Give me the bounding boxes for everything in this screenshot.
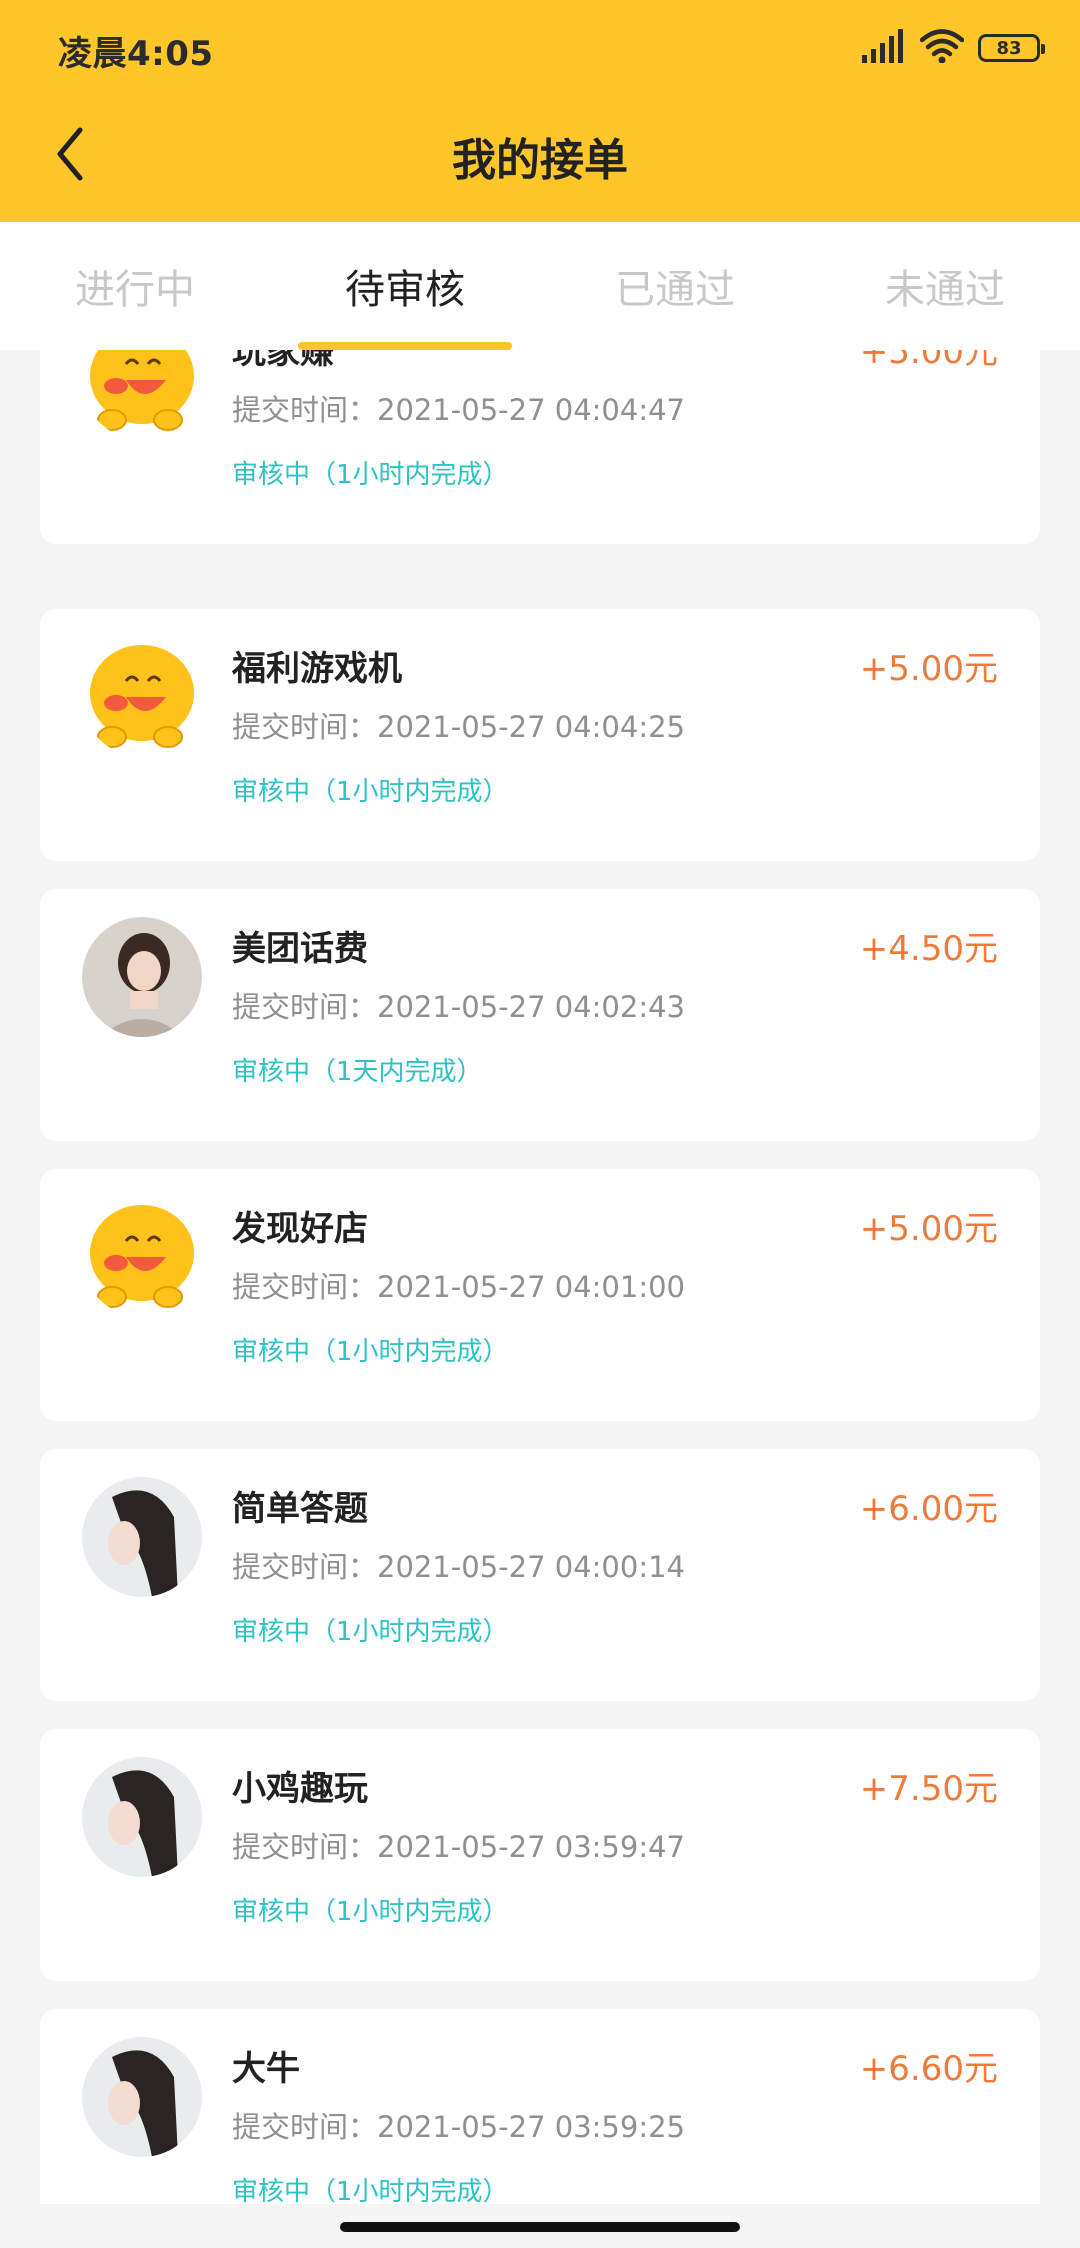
task-reward: +5.00元 — [859, 649, 998, 689]
home-indicator[interactable] — [340, 2222, 740, 2232]
emoji-avatar — [82, 350, 202, 440]
order-status-tabs: 进行中 待审核 已通过 未通过 — [0, 222, 1080, 350]
page-title: 我的接单 — [452, 135, 628, 186]
task-name: 小鸡趣玩 — [232, 1769, 368, 1809]
review-status: 审核中（1小时内完成） — [232, 2177, 509, 2204]
nav-bar: 我的接单 — [0, 96, 1080, 222]
status-time: 凌晨4:05 — [58, 34, 214, 74]
review-status: 审核中（1小时内完成） — [232, 1617, 509, 1647]
active-tab-indicator — [298, 342, 512, 350]
task-reward: +6.00元 — [859, 1489, 998, 1529]
photo-avatar — [82, 1477, 202, 1597]
task-name: 玩家赚 — [232, 350, 334, 372]
order-card[interactable]: 美团话费 +4.50元 提交时间：2021-05-27 04:02:43 审核中… — [40, 889, 1040, 1141]
review-status: 审核中（1小时内完成） — [232, 460, 509, 490]
review-status: 审核中（1小时内完成） — [232, 1337, 509, 1367]
order-card[interactable]: 福利游戏机 +5.00元 提交时间：2021-05-27 04:04:25 审核… — [40, 609, 1040, 861]
task-reward: +4.50元 — [859, 929, 998, 969]
task-reward: +5.00元 — [859, 350, 998, 372]
review-status: 审核中（1天内完成） — [232, 1057, 483, 1087]
submit-time: 提交时间：2021-05-27 04:00:14 — [232, 1550, 685, 1584]
review-status: 审核中（1小时内完成） — [232, 777, 509, 807]
status-icons: 83 — [862, 28, 1045, 68]
tab-in-progress[interactable]: 进行中 — [0, 222, 270, 350]
submit-time: 提交时间：2021-05-27 04:01:00 — [232, 1270, 685, 1304]
task-name: 大牛 — [232, 2049, 300, 2089]
task-name: 简单答题 — [232, 1489, 368, 1529]
emoji-avatar — [82, 1197, 202, 1317]
submit-time: 提交时间：2021-05-27 04:04:25 — [232, 710, 685, 744]
photo-avatar — [82, 1757, 202, 1877]
order-list: 玩家赚 +5.00元 提交时间：2021-05-27 04:04:47 审核中（… — [0, 350, 1080, 2204]
battery-icon: 83 — [978, 34, 1045, 62]
task-name: 美团话费 — [232, 929, 368, 969]
task-name: 福利游戏机 — [232, 649, 402, 689]
tab-rejected[interactable]: 未通过 — [810, 222, 1080, 350]
photo-avatar — [82, 2037, 202, 2157]
task-reward: +7.50元 — [859, 1769, 998, 1809]
task-reward: +5.00元 — [859, 1209, 998, 1249]
wifi-icon — [919, 29, 965, 67]
order-card[interactable]: 简单答题 +6.00元 提交时间：2021-05-27 04:00:14 审核中… — [40, 1449, 1040, 1701]
submit-time: 提交时间：2021-05-27 03:59:25 — [232, 2110, 685, 2144]
submit-time: 提交时间：2021-05-27 04:02:43 — [232, 990, 685, 1024]
signal-icon — [862, 29, 906, 67]
order-card[interactable]: 玩家赚 +5.00元 提交时间：2021-05-27 04:04:47 审核中（… — [40, 350, 1040, 544]
task-reward: +6.60元 — [859, 2049, 998, 2089]
review-status: 审核中（1小时内完成） — [232, 1897, 509, 1927]
photo-avatar — [82, 917, 202, 1037]
tab-pending-review[interactable]: 待审核 — [270, 222, 540, 350]
task-name: 发现好店 — [232, 1209, 368, 1249]
tab-approved[interactable]: 已通过 — [540, 222, 810, 350]
emoji-avatar — [82, 637, 202, 757]
order-card[interactable]: 发现好店 +5.00元 提交时间：2021-05-27 04:01:00 审核中… — [40, 1169, 1040, 1421]
battery-level: 83 — [996, 37, 1022, 59]
submit-time: 提交时间：2021-05-27 03:59:47 — [232, 1830, 685, 1864]
submit-time: 提交时间：2021-05-27 04:04:47 — [232, 393, 685, 427]
order-card[interactable]: 小鸡趣玩 +7.50元 提交时间：2021-05-27 03:59:47 审核中… — [40, 1729, 1040, 1981]
app-header: 凌晨4:05 83 我的接单 — [0, 0, 1080, 222]
order-card[interactable]: 大牛 +6.60元 提交时间：2021-05-27 03:59:25 审核中（1… — [40, 2009, 1040, 2204]
status-bar: 凌晨4:05 83 — [0, 0, 1080, 96]
